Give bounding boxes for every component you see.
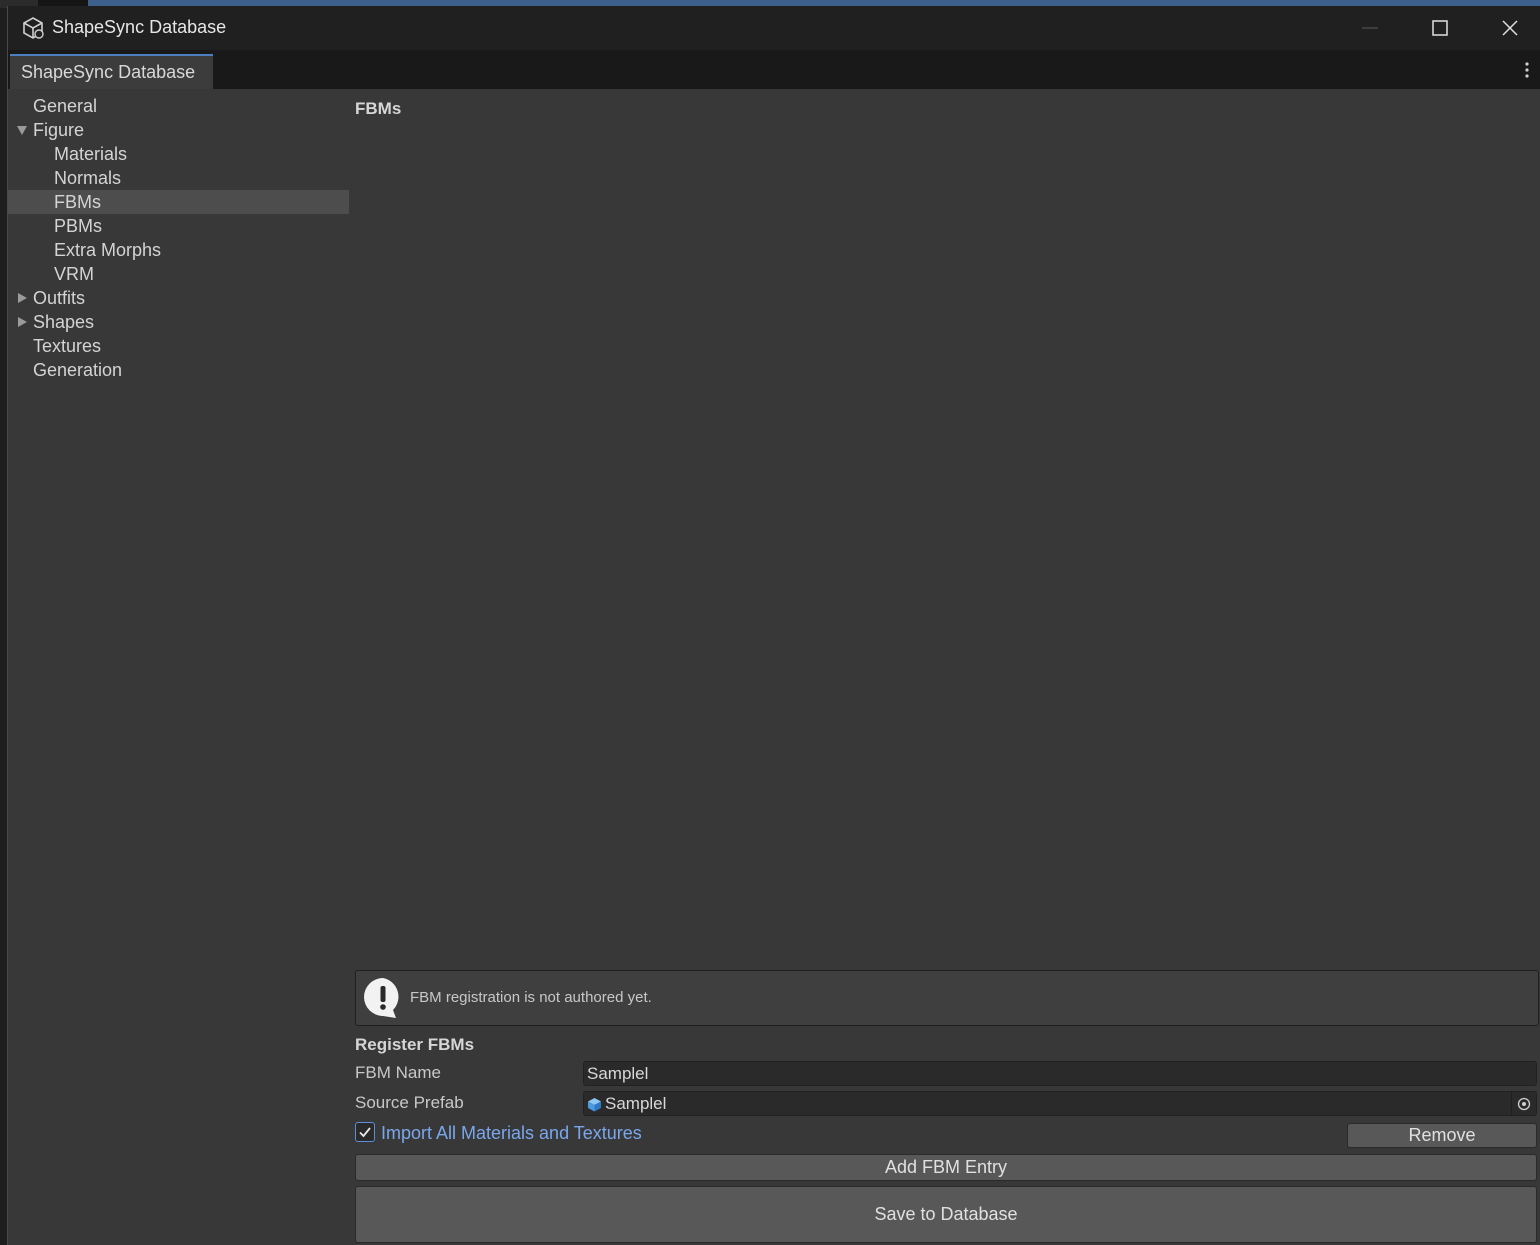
import-all-checkbox[interactable]: [355, 1122, 375, 1142]
checkmark-icon: [359, 1127, 371, 1138]
help-message: FBM registration is not authored yet.: [410, 989, 652, 1006]
section-title: FBMs: [355, 99, 402, 118]
sidebar-item-label: Materials: [54, 144, 128, 164]
sidebar-item-materials[interactable]: Materials: [8, 142, 349, 166]
sidebar-item-shapes[interactable]: Shapes: [8, 310, 349, 334]
more-options-icon[interactable]: [1521, 60, 1533, 80]
close-icon: [1502, 20, 1518, 36]
sidebar-item-label: VRM: [54, 264, 94, 284]
sidebar-item-vrm[interactable]: VRM: [8, 262, 349, 286]
sidebar-item-label: PBMs: [54, 216, 103, 236]
sidebar-item-generation[interactable]: Generation: [8, 358, 349, 382]
maximize-button[interactable]: [1405, 6, 1475, 50]
source-prefab-field[interactable]: Samplel: [583, 1091, 1537, 1116]
help-box: FBM registration is not authored yet.: [355, 970, 1539, 1026]
sidebar-item-textures[interactable]: Textures: [8, 334, 349, 358]
sidebar-item-fbms[interactable]: FBMs: [8, 190, 349, 214]
sidebar-item-label: Generation: [33, 360, 123, 380]
sidebar-item-general[interactable]: General: [8, 94, 349, 118]
add-fbm-entry-button[interactable]: Add FBM Entry: [355, 1154, 1537, 1181]
sidebar-item-label: FBMs: [54, 192, 101, 212]
sidebar-item-extra-morphs[interactable]: Extra Morphs: [8, 238, 349, 262]
remove-button[interactable]: Remove: [1347, 1123, 1537, 1148]
import-all-label[interactable]: Import All Materials and Textures: [381, 1123, 642, 1144]
triangle-right-icon[interactable]: [16, 316, 28, 328]
main-panel: FBMs FBM registration is not authored ye…: [355, 89, 1540, 1245]
triangle-down-icon[interactable]: [16, 124, 28, 136]
tab-bar: ShapeSync Database: [8, 50, 1540, 89]
title-bar[interactable]: ShapeSync Database: [8, 6, 1540, 50]
warning-icon: [364, 978, 399, 1018]
target-icon: [1517, 1097, 1531, 1110]
editor-window: ShapeSync Database ShapeSync Database Ge…: [7, 6, 1540, 1245]
sidebar-item-figure[interactable]: Figure: [8, 118, 349, 142]
sidebar-item-label: Outfits: [33, 288, 86, 308]
minimize-icon: [1362, 27, 1378, 29]
sidebar-item-normals[interactable]: Normals: [8, 166, 349, 190]
window-title: ShapeSync Database: [52, 17, 227, 37]
tab-shapesync-database[interactable]: ShapeSync Database: [10, 54, 213, 89]
sidebar-item-label: General: [33, 96, 98, 116]
object-picker-button[interactable]: [1511, 1092, 1536, 1115]
register-fbms-title: Register FBMs: [355, 1035, 475, 1054]
sidebar-item-label: Extra Morphs: [54, 240, 162, 260]
minimize-button[interactable]: [1335, 6, 1405, 50]
triangle-right-icon[interactable]: [16, 292, 28, 304]
prefab-icon: [588, 1098, 601, 1112]
maximize-icon: [1432, 20, 1448, 36]
close-button[interactable]: [1475, 6, 1540, 50]
sidebar-item-label: Normals: [54, 168, 122, 188]
unity-cube-icon: [23, 17, 44, 39]
sidebar-item-label: Shapes: [33, 312, 95, 332]
fbm-name-field[interactable]: Samplel: [583, 1061, 1537, 1086]
source-prefab-value: Samplel: [605, 1094, 667, 1113]
fbm-name-label: FBM Name: [355, 1063, 441, 1082]
sidebar-item-label: Figure: [33, 120, 85, 140]
sidebar-item-pbms[interactable]: PBMs: [8, 214, 349, 238]
category-tree: General Figure Materials Normals FBMs PBMs Ext…: [8, 89, 349, 1245]
sidebar-item-label: Textures: [33, 336, 102, 356]
sidebar-item-outfits[interactable]: Outfits: [8, 286, 349, 310]
save-to-database-button[interactable]: Save to Database: [355, 1186, 1537, 1243]
source-prefab-label: Source Prefab: [355, 1093, 464, 1112]
tab-label: ShapeSync Database: [21, 62, 196, 82]
